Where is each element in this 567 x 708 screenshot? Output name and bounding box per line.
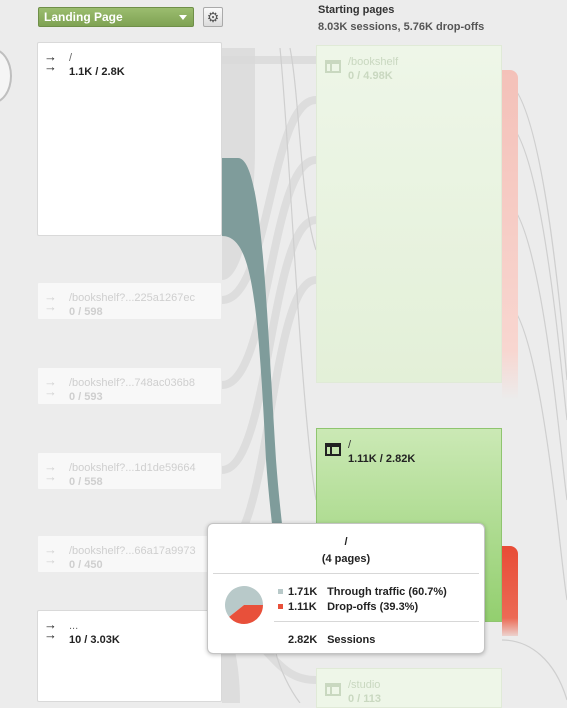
settings-button[interactable]: ⚙ [203, 7, 223, 27]
dropoff-label: Drop-offs (39.3%) [327, 601, 419, 613]
landing-node-root[interactable]: → → / 1.1K / 2.8K [37, 42, 222, 236]
page-stats: 0 / 4.98K [348, 70, 393, 82]
starting-page-bookshelf[interactable]: /bookshelf 0 / 4.98K [316, 45, 502, 383]
page-stats: 0 / 113 [348, 693, 382, 705]
through-label: Through traffic (60.7%) [327, 586, 447, 598]
sessions-total: 2.82K Sessions [288, 634, 375, 646]
traffic-pie-chart [225, 586, 263, 624]
sessions-label: Sessions [327, 634, 376, 646]
page-layout-icon [325, 683, 341, 696]
tooltip-subtitle: (4 pages) [321, 553, 371, 565]
node-title: /bookshelf?...66a17a9973 [69, 545, 196, 557]
page-stats: 1.11K / 2.82K [348, 453, 416, 465]
dropoff-bar-bookshelf [502, 70, 518, 400]
landing-node-bookshelf-4[interactable]: → → /bookshelf?...66a17a9973 0 / 450 [37, 535, 222, 573]
through-traffic-row: 1.71K Through traffic (60.7%) [278, 586, 447, 598]
sessions-value: 2.82K [288, 634, 318, 646]
tooltip-title: / [344, 536, 348, 548]
dropoff-bar-root [502, 546, 518, 636]
node-stats: 1.1K / 2.8K [69, 66, 125, 78]
node-stats: 0 / 598 [69, 306, 103, 318]
node-title: ... [69, 620, 79, 632]
page-title: /bookshelf [348, 56, 399, 68]
through-value: 1.71K [288, 586, 318, 598]
page-title: / [348, 439, 352, 451]
dropoff-value: 1.11K [288, 601, 317, 613]
dimension-select[interactable]: Landing Page [38, 7, 194, 27]
node-tooltip: / (4 pages) 1.71K Through traffic (60.7%… [207, 523, 485, 654]
entrance-arrow-icon: → → [44, 289, 57, 314]
entrance-arrow-icon: → → [44, 542, 57, 567]
dimension-select-label: Landing Page [44, 10, 123, 24]
node-title: /bookshelf?...748ac036b8 [69, 377, 195, 389]
entrance-arrow-icon: → → [44, 617, 57, 642]
landing-node-bookshelf-3[interactable]: → → /bookshelf?...1d1de59664 0 / 558 [37, 452, 222, 490]
node-title: /bookshelf?...1d1de59664 [69, 462, 196, 474]
divider [274, 621, 479, 622]
node-title: / [69, 52, 73, 64]
divider [213, 573, 479, 574]
through-swatch [278, 589, 283, 594]
node-stats: 0 / 593 [69, 391, 103, 403]
node-title: /bookshelf?...225a1267ec [69, 292, 195, 304]
page-layout-icon [325, 443, 341, 456]
dropoff-swatch [278, 604, 283, 609]
gear-icon: ⚙ [206, 9, 220, 25]
dropoff-row: 1.11K Drop-offs (39.3%) [278, 601, 418, 613]
entrance-arrow-icon: → → [44, 49, 57, 74]
landing-node-bookshelf-1[interactable]: → → /bookshelf?...225a1267ec 0 / 598 [37, 282, 222, 320]
chevron-down-icon [179, 15, 187, 20]
landing-node-bookshelf-2[interactable]: → → /bookshelf?...748ac036b8 0 / 593 [37, 367, 222, 405]
entrance-arrow-icon: → → [44, 459, 57, 484]
page-title: /studio [348, 679, 381, 691]
node-stats: 0 / 450 [69, 559, 103, 571]
starting-page-studio[interactable]: /studio 0 / 113 [316, 668, 502, 708]
landing-node-more[interactable]: → → ... 10 / 3.03K [37, 610, 222, 702]
column-title: Starting pages [318, 4, 395, 16]
column-summary: 8.03K sessions, 5.76K drop-offs [318, 21, 485, 33]
node-stats: 10 / 3.03K [69, 634, 120, 646]
entrance-arrow-icon: → → [44, 374, 57, 399]
node-stats: 0 / 558 [69, 476, 103, 488]
page-layout-icon [325, 60, 341, 73]
